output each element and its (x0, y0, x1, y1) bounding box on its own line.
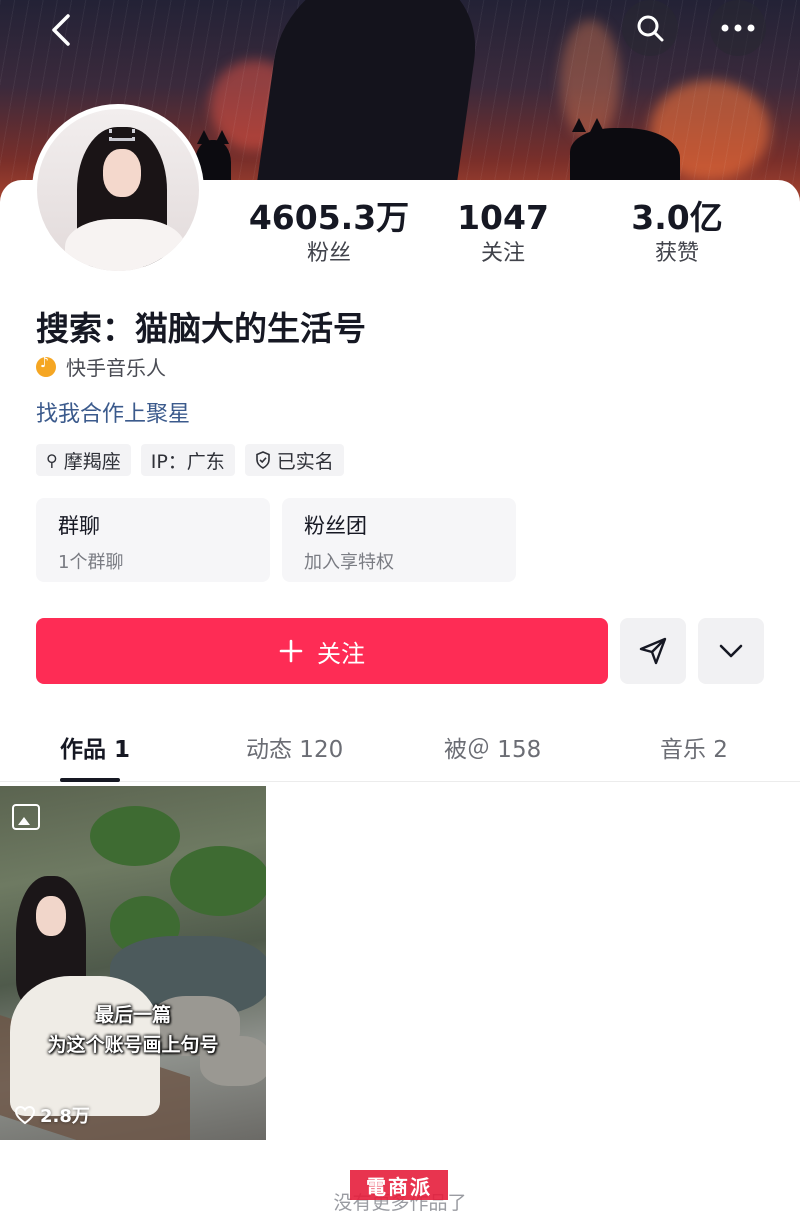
profile-name: 搜索：猫脑大的生活号 (36, 309, 366, 348)
profile-tags: ⚲ 摩羯座 IP：广东 已实名 (36, 444, 344, 476)
stat-label: 关注 (480, 241, 525, 266)
tag-zodiac[interactable]: ⚲ 摩羯座 (36, 444, 131, 476)
badge-label: 快手音乐人 (66, 356, 166, 380)
chevron-down-icon (719, 644, 743, 658)
tile-title: 群聊 (58, 514, 100, 538)
content-tabs: 作品 1 动态 120 被＠ 158 音乐 2 (0, 718, 800, 782)
send-icon (639, 637, 667, 665)
stat-fans[interactable]: 4605.3万 粉丝 (236, 199, 422, 269)
likes-count: 2.8万 (40, 1106, 90, 1127)
fan-club-tile[interactable]: 粉丝团 加入享特权 (282, 498, 516, 582)
caption-line: 为这个账号画上句号 (47, 1034, 219, 1056)
group-chat-tile[interactable]: 群聊 1个群聊 (36, 498, 270, 582)
heart-icon (14, 1105, 36, 1125)
stat-value: 3.0亿 (631, 198, 723, 237)
tag-text: IP：广东 (150, 450, 225, 473)
avatar[interactable] (32, 104, 204, 276)
banner-cat (570, 118, 680, 188)
profile-tiles: 群聊 1个群聊 粉丝团 加入享特权 (36, 498, 516, 582)
search-button[interactable] (622, 0, 678, 56)
stat-label: 获赞 (654, 241, 699, 266)
back-button[interactable] (34, 8, 90, 52)
work-thumbnail[interactable]: 最后一篇 为这个账号画上句号 2.8万 (0, 786, 266, 1140)
stat-value: 1047 (457, 198, 549, 237)
zodiac-icon: ⚲ (46, 450, 58, 470)
follow-label: 关注 (317, 639, 365, 668)
tile-subtitle: 1个群聊 (58, 552, 124, 573)
tab-active-indicator (60, 778, 120, 782)
stat-value: 4605.3万 (248, 198, 410, 237)
work-likes: 2.8万 (14, 1102, 90, 1128)
caption-line: 最后一篇 (94, 1004, 171, 1026)
watermark-logo: 電商派 (350, 1170, 448, 1200)
more-button[interactable] (710, 0, 766, 56)
tag-verified[interactable]: 已实名 (244, 444, 344, 476)
tab-works[interactable]: 作品 1 (60, 730, 130, 764)
stat-following[interactable]: 1047 关注 (440, 199, 566, 269)
tab-activity[interactable]: 动态 120 (246, 730, 343, 764)
profile-bio[interactable]: 找我合作上聚星 (36, 396, 190, 428)
tag-ip-location: IP：广东 (140, 444, 235, 476)
tab-mentions[interactable]: 被＠ 158 (444, 730, 541, 764)
musician-badge[interactable]: 快手音乐人 (36, 352, 166, 381)
tag-text: 摩羯座 (63, 450, 121, 473)
stat-likes[interactable]: 3.0亿 获赞 (612, 199, 742, 269)
search-icon (637, 15, 664, 42)
expand-button[interactable] (698, 618, 764, 684)
chevron-left-icon (52, 14, 70, 46)
music-badge-icon (36, 355, 56, 377)
work-caption: 最后一篇 为这个账号画上句号 (0, 1000, 266, 1060)
tag-text: 已实名 (276, 450, 334, 473)
follow-button[interactable]: 关注 (36, 618, 608, 684)
more-horizontal-icon (721, 24, 755, 32)
stat-label: 粉丝 (306, 241, 351, 266)
gallery-icon (12, 804, 40, 830)
verified-shield-icon (255, 451, 270, 469)
tile-title: 粉丝团 (304, 514, 367, 538)
tab-music[interactable]: 音乐 2 (660, 730, 728, 764)
tile-subtitle: 加入享特权 (304, 552, 394, 573)
banner-figure (253, 0, 487, 210)
plus-icon (279, 639, 303, 663)
tiara-icon (109, 129, 135, 141)
share-button[interactable] (620, 618, 686, 684)
